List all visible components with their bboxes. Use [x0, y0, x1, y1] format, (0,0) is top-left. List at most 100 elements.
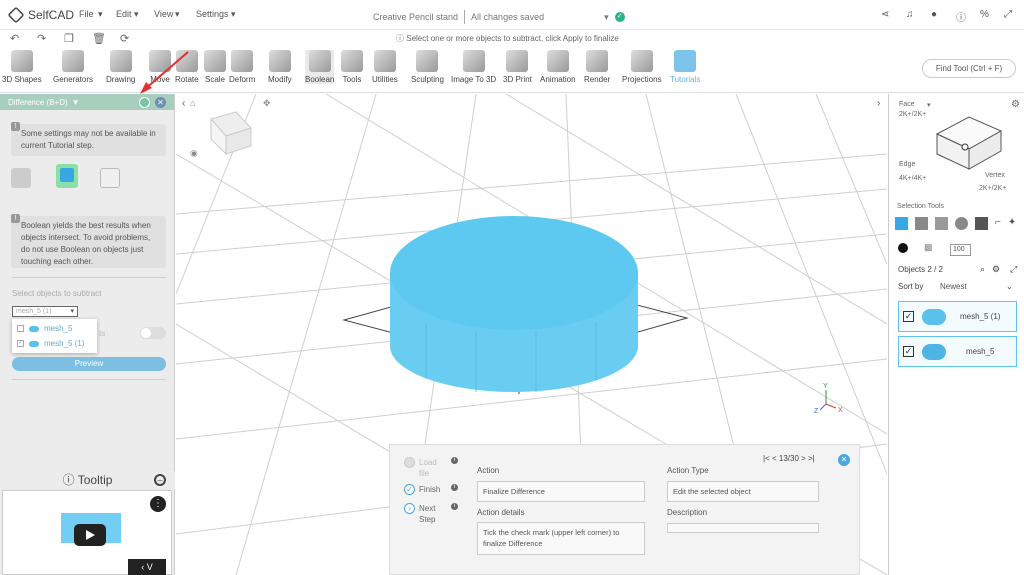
- boolean-info-note: ! Boolean yields the best results when ob…: [11, 214, 166, 268]
- tool-animation[interactable]: Animation: [540, 50, 576, 84]
- select-cube-icon[interactable]: [935, 217, 948, 230]
- color-swatch[interactable]: [898, 243, 908, 253]
- svg-text:✥: ✥: [263, 98, 271, 108]
- tool-sculpting[interactable]: Sculpting: [411, 50, 444, 84]
- step-next-step[interactable]: › Next Step i: [404, 503, 458, 525]
- tool-tutorials[interactable]: Tutorials: [670, 50, 700, 84]
- fullscreen-icon[interactable]: ⤢: [1004, 9, 1012, 20]
- menu-file[interactable]: File: [79, 9, 94, 19]
- object-thumbnail: [922, 343, 946, 360]
- tool-modify[interactable]: Modify: [268, 50, 292, 84]
- trash-icon[interactable]: 🗑: [92, 32, 106, 45]
- union-icon[interactable]: [11, 168, 31, 188]
- face-dropdown-icon[interactable]: ▾: [927, 101, 931, 109]
- chevron-down-icon[interactable]: ▾: [604, 12, 609, 23]
- chevron-down-icon[interactable]: ⌄: [1006, 282, 1013, 291]
- panel-title: Difference (B+D): [8, 97, 68, 107]
- bell-icon[interactable]: ♫: [906, 9, 914, 20]
- description-value: [667, 523, 819, 533]
- sculpting-icon: [416, 50, 439, 72]
- more-options-icon[interactable]: ⋮: [150, 496, 166, 512]
- warning-icon: !: [11, 122, 20, 131]
- tool-3d-print[interactable]: 3D Print: [503, 50, 532, 84]
- user-icon[interactable]: ●: [931, 9, 937, 20]
- info-icon[interactable]: ⓘ: [956, 9, 966, 24]
- selection-mode-cube[interactable]: [929, 109, 1009, 174]
- apply-check-button[interactable]: [139, 97, 150, 108]
- svg-text:⌂: ⌂: [190, 98, 195, 108]
- step-finish[interactable]: ✓ Finish i: [404, 484, 458, 495]
- undo-icon[interactable]: ↶: [10, 32, 19, 45]
- percent-icon[interactable]: %: [980, 9, 989, 20]
- sort-select[interactable]: Newest: [940, 282, 967, 291]
- close-panel-button[interactable]: ✕: [155, 97, 166, 108]
- play-button[interactable]: [74, 524, 106, 546]
- settings-icon[interactable]: ⚙: [992, 264, 1000, 275]
- difference-icon[interactable]: [56, 164, 78, 188]
- tutorial-pagination[interactable]: |< < 13/30 > >|: [763, 454, 815, 463]
- object-item[interactable]: ✓ mesh_5: [898, 336, 1017, 367]
- texture-icon[interactable]: ▩: [924, 242, 933, 253]
- tooltip-video[interactable]: ⋮ ‹ V: [2, 490, 172, 575]
- tool-deform[interactable]: Deform: [229, 50, 255, 84]
- vertex-label[interactable]: Vertex: [985, 172, 1005, 179]
- info-icon[interactable]: i: [451, 503, 458, 510]
- tool-projections[interactable]: Projections: [622, 50, 662, 84]
- close-tutorial-button[interactable]: ✕: [838, 454, 850, 466]
- info-icon[interactable]: i: [451, 484, 458, 491]
- menu-view[interactable]: View: [154, 9, 173, 19]
- select-grid-icon[interactable]: [915, 217, 928, 230]
- select-object-icon[interactable]: [895, 217, 908, 230]
- copy-icon[interactable]: ❐: [64, 32, 74, 45]
- select-label: Select objects to subtract: [12, 289, 102, 298]
- deform-icon: [231, 50, 254, 72]
- document-title[interactable]: Creative Pencil stand: [373, 12, 458, 22]
- object-checkbox[interactable]: ✓: [903, 346, 914, 357]
- tool-scale[interactable]: Scale: [204, 50, 226, 84]
- option-toggle[interactable]: [140, 327, 166, 339]
- printer-icon: [506, 50, 529, 72]
- share-icon[interactable]: ⋖: [881, 9, 889, 20]
- dropdown-option-mesh-5[interactable]: mesh_5: [17, 324, 72, 333]
- image-icon: [462, 50, 485, 72]
- face-label[interactable]: Face: [899, 101, 915, 108]
- intersection-icon[interactable]: [100, 168, 120, 188]
- expand-icon[interactable]: ⤢: [1010, 264, 1017, 275]
- select-solid-icon[interactable]: [975, 217, 988, 230]
- gear-icon[interactable]: ⚙: [1011, 99, 1020, 110]
- step-load-file[interactable]: Load file i: [404, 457, 458, 479]
- select-lasso-icon[interactable]: ✦: [1008, 217, 1016, 230]
- menu-settings[interactable]: Settings: [196, 9, 229, 19]
- tool-utilities[interactable]: Utilities: [372, 50, 398, 84]
- opacity-input[interactable]: 100: [950, 244, 971, 256]
- search-icon[interactable]: ⌕: [980, 264, 985, 275]
- hint-text: ⓘ Select one or more objects to subtract…: [396, 34, 619, 43]
- menu-edit[interactable]: Edit: [116, 9, 132, 19]
- find-tool-input[interactable]: Find Tool (Ctrl + F): [922, 59, 1016, 78]
- tool-image-to-3d[interactable]: Image To 3D: [451, 50, 496, 84]
- select-sphere-icon[interactable]: [955, 217, 968, 230]
- animation-icon: [546, 50, 569, 72]
- info-icon[interactable]: i: [451, 457, 458, 464]
- cube-icon: [10, 50, 33, 72]
- hidden-option-label: ts: [99, 329, 106, 338]
- redo-icon[interactable]: ↷: [37, 32, 46, 45]
- tool-3d-shapes[interactable]: 3D Shapes: [2, 50, 42, 84]
- object-item[interactable]: ✓ mesh_5 (1): [898, 301, 1017, 332]
- caret-down-icon[interactable]: ▼: [72, 98, 80, 107]
- svg-text:◉: ◉: [190, 148, 198, 158]
- refresh-icon[interactable]: ⟳: [120, 32, 129, 45]
- tool-generators[interactable]: Generators: [53, 50, 93, 84]
- minimize-icon[interactable]: –: [154, 474, 166, 486]
- modify-icon: [268, 50, 291, 72]
- tool-render[interactable]: Render: [584, 50, 610, 84]
- select-brush-icon[interactable]: ⌐: [995, 217, 1001, 230]
- dropdown-option-mesh-5-1[interactable]: ✓ mesh_5 (1): [17, 339, 84, 348]
- edge-label[interactable]: Edge: [899, 161, 915, 168]
- tool-boolean[interactable]: Boolean: [305, 50, 335, 84]
- boolean-icon: [308, 50, 331, 72]
- preview-button[interactable]: Preview: [12, 357, 166, 371]
- tool-tools[interactable]: Tools: [341, 50, 363, 84]
- object-checkbox[interactable]: ✓: [903, 311, 914, 322]
- subtract-object-select[interactable]: mesh_5 (1) ▾: [12, 306, 78, 317]
